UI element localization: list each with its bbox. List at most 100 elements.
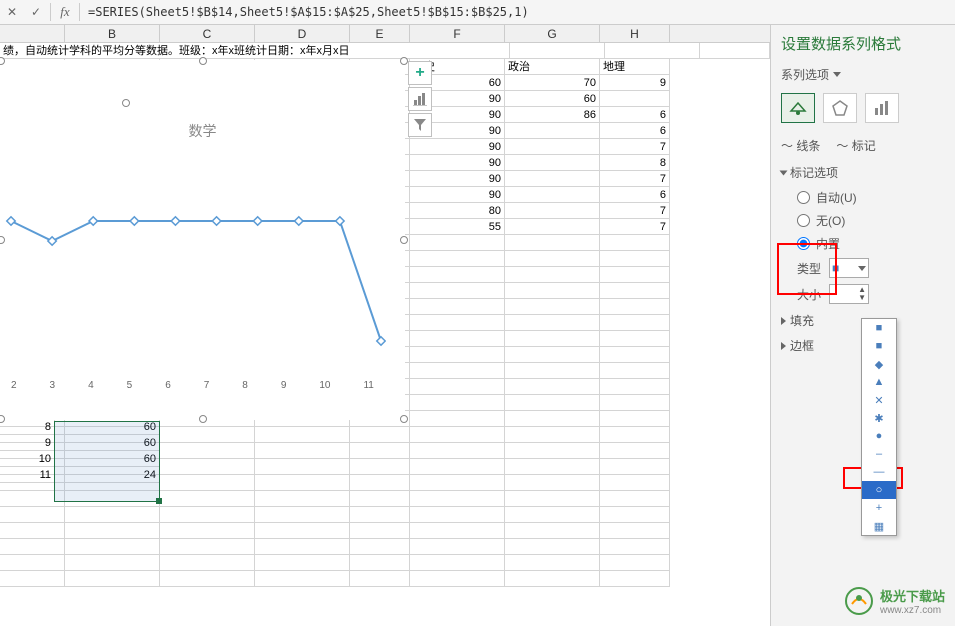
cell[interactable]: 11 <box>0 467 55 483</box>
cell[interactable] <box>505 379 600 395</box>
cell[interactable]: 90 <box>410 155 505 171</box>
cell[interactable] <box>410 491 505 507</box>
cell[interactable] <box>160 571 255 587</box>
cell[interactable] <box>505 187 600 203</box>
cell[interactable] <box>410 347 505 363</box>
cell[interactable] <box>255 539 350 555</box>
cell[interactable] <box>600 91 670 107</box>
cell[interactable]: 9 <box>0 435 55 451</box>
cell[interactable] <box>65 507 160 523</box>
cell[interactable] <box>505 347 600 363</box>
section-marker-options[interactable]: 标记选项 <box>781 164 945 181</box>
cell[interactable] <box>505 571 600 587</box>
cell[interactable] <box>255 571 350 587</box>
cell[interactable] <box>410 555 505 571</box>
cell[interactable] <box>505 283 600 299</box>
cell[interactable] <box>600 363 670 379</box>
cell[interactable]: 90 <box>410 171 505 187</box>
cell[interactable] <box>255 491 350 507</box>
cell[interactable] <box>505 523 600 539</box>
cell[interactable]: 7 <box>600 139 670 155</box>
cell[interactable]: 8 <box>0 419 55 435</box>
cell[interactable]: 7 <box>600 219 670 235</box>
cell[interactable] <box>605 43 700 59</box>
col-header[interactable]: H <box>600 25 670 42</box>
cell[interactable]: 6 <box>600 107 670 123</box>
cell[interactable] <box>600 571 670 587</box>
resize-handle[interactable] <box>400 236 408 244</box>
cell[interactable]: 6 <box>600 187 670 203</box>
spreadsheet[interactable]: B C D E F G H 绩，自动统计学科的平均分等数据。班级：x年x班统计日… <box>0 25 770 626</box>
cell[interactable] <box>600 315 670 331</box>
cell[interactable]: 80 <box>410 203 505 219</box>
cell[interactable] <box>410 267 505 283</box>
cell[interactable] <box>410 363 505 379</box>
cell[interactable] <box>350 571 410 587</box>
cell[interactable] <box>600 507 670 523</box>
cell[interactable] <box>600 491 670 507</box>
cell[interactable] <box>255 523 350 539</box>
cell[interactable] <box>510 43 605 59</box>
cell[interactable] <box>160 475 255 491</box>
col-header[interactable]: G <box>505 25 600 42</box>
col-header[interactable]: F <box>410 25 505 42</box>
cell[interactable]: 86 <box>505 107 600 123</box>
cell[interactable] <box>160 523 255 539</box>
cell[interactable] <box>600 459 670 475</box>
cell[interactable] <box>505 155 600 171</box>
fill-line-icon[interactable] <box>781 93 815 123</box>
cell[interactable] <box>600 379 670 395</box>
cell[interactable] <box>505 459 600 475</box>
cell[interactable] <box>505 219 600 235</box>
marker-option[interactable]: – <box>862 445 896 463</box>
cell[interactable] <box>0 523 65 539</box>
cell[interactable] <box>600 443 670 459</box>
cell[interactable] <box>600 331 670 347</box>
cell[interactable] <box>505 331 600 347</box>
cell[interactable] <box>505 363 600 379</box>
cell[interactable] <box>255 555 350 571</box>
cell[interactable] <box>0 539 65 555</box>
cell[interactable] <box>410 523 505 539</box>
cell[interactable] <box>350 491 410 507</box>
cell[interactable] <box>350 507 410 523</box>
cell[interactable] <box>410 411 505 427</box>
cell[interactable] <box>600 299 670 315</box>
marker-option[interactable]: ■ <box>862 337 896 355</box>
marker-option[interactable]: + <box>862 499 896 517</box>
cell[interactable] <box>255 459 350 475</box>
cell[interactable] <box>600 283 670 299</box>
cell[interactable] <box>505 555 600 571</box>
cell[interactable] <box>0 555 65 571</box>
cell[interactable] <box>410 459 505 475</box>
cell[interactable] <box>700 43 770 59</box>
cell[interactable] <box>600 251 670 267</box>
cell[interactable] <box>410 331 505 347</box>
cell[interactable] <box>65 555 160 571</box>
cell[interactable] <box>350 459 410 475</box>
resize-handle[interactable] <box>199 415 207 423</box>
cell[interactable]: 90 <box>410 139 505 155</box>
cell[interactable] <box>600 555 670 571</box>
cell[interactable] <box>410 571 505 587</box>
series-handle[interactable] <box>122 99 130 107</box>
cell[interactable] <box>160 507 255 523</box>
cell[interactable]: 7 <box>600 203 670 219</box>
cell[interactable] <box>505 203 600 219</box>
chart-add-element-button[interactable]: + <box>408 61 432 85</box>
cell[interactable] <box>410 507 505 523</box>
col-header[interactable]: C <box>160 25 255 42</box>
marker-option[interactable]: ▲ <box>862 373 896 391</box>
cell[interactable] <box>505 395 600 411</box>
cell[interactable] <box>505 491 600 507</box>
cell[interactable] <box>65 571 160 587</box>
cell[interactable] <box>350 539 410 555</box>
cell[interactable] <box>410 283 505 299</box>
cell[interactable] <box>600 539 670 555</box>
cell[interactable] <box>505 475 600 491</box>
cell[interactable]: 60 <box>55 451 160 467</box>
cell[interactable] <box>65 523 160 539</box>
cell[interactable] <box>350 555 410 571</box>
effects-icon[interactable] <box>823 93 857 123</box>
cell[interactable] <box>600 523 670 539</box>
